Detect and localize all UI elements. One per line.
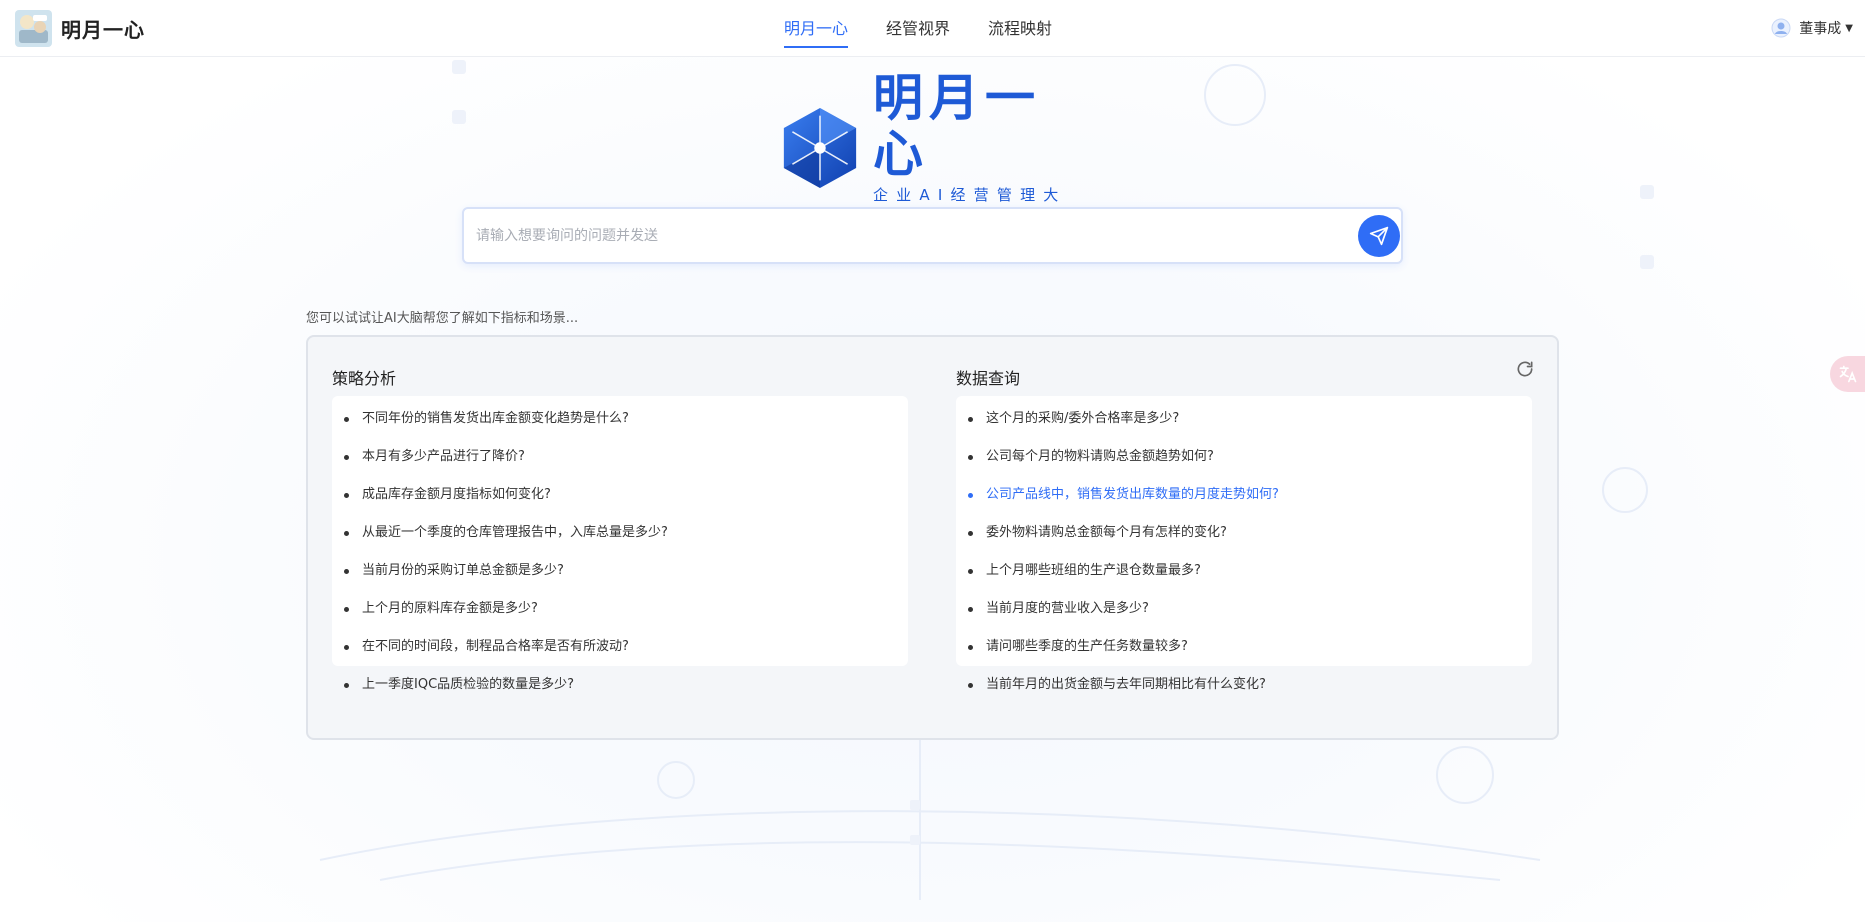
nav-tab-jingguan[interactable]: 经管视界 xyxy=(886,0,950,57)
translate-float-button[interactable] xyxy=(1830,356,1865,392)
list-item[interactable]: 上一季度IQC品质检验的数量是多少? xyxy=(332,670,908,708)
top-header: 明月一心 明月一心 经管视界 流程映射 董事成 ▼ xyxy=(0,0,1865,57)
hexagon-logo-icon xyxy=(783,108,857,188)
list-item[interactable]: 本月有多少产品进行了降价? xyxy=(332,442,908,480)
caret-down-icon: ▼ xyxy=(1845,22,1853,34)
send-button[interactable] xyxy=(1358,215,1400,257)
list-item[interactable]: 上个月的原料库存金额是多少? xyxy=(332,594,908,632)
user-name: 董事成 xyxy=(1799,21,1842,37)
brand-logo-icon xyxy=(15,10,52,47)
query-column-title: 数据查询 xyxy=(956,369,1021,388)
search-box xyxy=(462,207,1403,264)
translate-icon xyxy=(1839,365,1857,383)
list-item-highlighted[interactable]: 公司产品线中，销售发货出库数量的月度走势如何? xyxy=(956,480,1532,518)
brand[interactable]: 明月一心 xyxy=(15,10,145,47)
list-item[interactable]: 成品库存金额月度指标如何变化? xyxy=(332,480,908,518)
app-page: 明月一心 明月一心 经管视界 流程映射 董事成 ▼ 明月一心 企业AI经营管理大… xyxy=(0,0,1865,922)
question-input[interactable] xyxy=(476,222,1336,250)
list-item[interactable]: 上个月哪些班组的生产退仓数量最多? xyxy=(956,556,1532,594)
suggestion-hint: 您可以试试让AI大脑帮您了解如下指标和场景... xyxy=(306,311,579,326)
suggestions-panel: 策略分析 不同年份的销售发货出库金额变化趋势是什么? 本月有多少产品进行了降价?… xyxy=(306,335,1559,740)
list-item[interactable]: 不同年份的销售发货出库金额变化趋势是什么? xyxy=(332,404,908,442)
query-question-list: 这个月的采购/委外合格率是多少? 公司每个月的物料请购总金额趋势如何? 公司产品… xyxy=(956,396,1532,692)
list-item[interactable]: 当前年月的出货金额与去年同期相比有什么变化? xyxy=(956,670,1532,708)
list-item[interactable]: 委外物料请购总金额每个月有怎样的变化? xyxy=(956,518,1532,556)
nav-tab-mingyue[interactable]: 明月一心 xyxy=(784,0,849,57)
list-item[interactable]: 当前月份的采购订单总金额是多少? xyxy=(332,556,908,594)
hero-title: 明月一心 xyxy=(872,69,1041,183)
paper-plane-icon xyxy=(1369,226,1389,246)
main-nav: 明月一心 经管视界 流程映射 xyxy=(784,0,1090,57)
user-menu[interactable]: 董事成 ▼ xyxy=(1771,18,1853,38)
list-item[interactable]: 从最近一个季度的仓库管理报告中，入库总量是多少? xyxy=(332,518,908,556)
strategy-question-list: 不同年份的销售发货出库金额变化趋势是什么? 本月有多少产品进行了降价? 成品库存… xyxy=(332,396,908,692)
strategy-column-title: 策略分析 xyxy=(332,369,397,388)
hero-logo: 明月一心 企业AI经营管理大脑 xyxy=(781,70,1086,225)
list-item[interactable]: 在不同的时间段，制程品合格率是否有所波动? xyxy=(332,632,908,670)
user-avatar-icon xyxy=(1771,18,1791,38)
nav-tab-liucheng[interactable]: 流程映射 xyxy=(988,0,1052,57)
refresh-icon[interactable] xyxy=(1515,359,1535,379)
list-item[interactable]: 请问哪些季度的生产任务数量较多? xyxy=(956,632,1532,670)
list-item[interactable]: 公司每个月的物料请购总金额趋势如何? xyxy=(956,442,1532,480)
list-item[interactable]: 当前月度的营业收入是多少? xyxy=(956,594,1532,632)
brand-name: 明月一心 xyxy=(61,18,145,42)
list-item[interactable]: 这个月的采购/委外合格率是多少? xyxy=(956,404,1532,442)
